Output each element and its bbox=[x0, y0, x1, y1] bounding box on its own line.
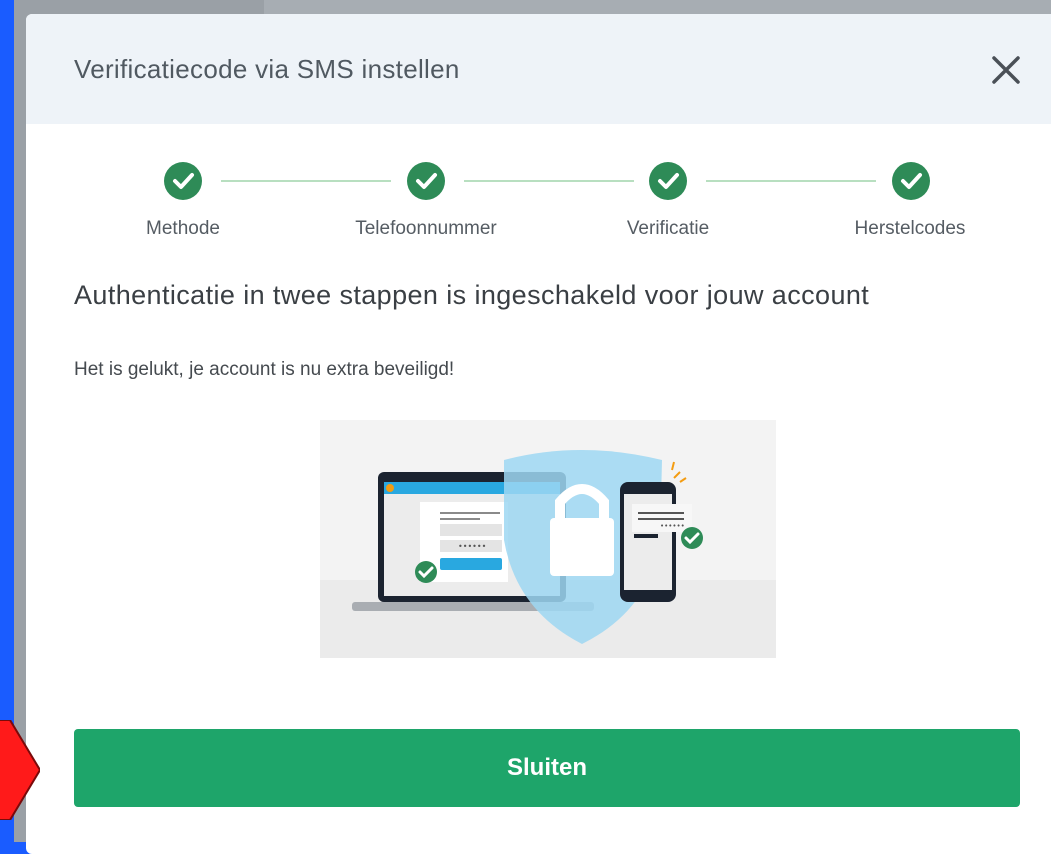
step-check-icon bbox=[892, 162, 930, 200]
success-message: Het is gelukt, je account is nu extra be… bbox=[74, 359, 455, 380]
step-check-icon bbox=[649, 162, 687, 200]
password-mask-phone: •••••• bbox=[660, 522, 685, 530]
step-connector bbox=[464, 180, 634, 182]
modal-header: Verificatiecode via SMS instellen bbox=[26, 14, 1051, 124]
close-action-button[interactable]: Sluiten bbox=[74, 729, 1020, 807]
password-mask-laptop: •••••• bbox=[458, 542, 486, 551]
step-label-verificatie: Verificatie bbox=[626, 218, 710, 239]
progress-stepper: Methode Telefoonnummer Verificatie Herst… bbox=[26, 154, 1051, 254]
step-connector bbox=[221, 180, 391, 182]
pointer-arrow-icon bbox=[0, 720, 40, 820]
security-illustration: •••••• •••••• bbox=[320, 420, 776, 658]
step-label-herstelcodes: Herstelcodes bbox=[854, 218, 966, 239]
sms-setup-modal: Verificatiecode via SMS instellen Method… bbox=[26, 14, 1051, 854]
modal-title: Verificatiecode via SMS instellen bbox=[74, 54, 460, 84]
step-connector bbox=[706, 180, 876, 182]
step-label-telefoonnummer: Telefoonnummer bbox=[355, 218, 497, 239]
step-label-methode: Methode bbox=[146, 218, 220, 239]
success-heading: Authenticatie in twee stappen is ingesch… bbox=[74, 280, 870, 310]
close-button[interactable] bbox=[988, 52, 1024, 88]
step-check-icon bbox=[407, 162, 445, 200]
close-icon bbox=[992, 56, 1020, 84]
step-check-icon bbox=[164, 162, 202, 200]
